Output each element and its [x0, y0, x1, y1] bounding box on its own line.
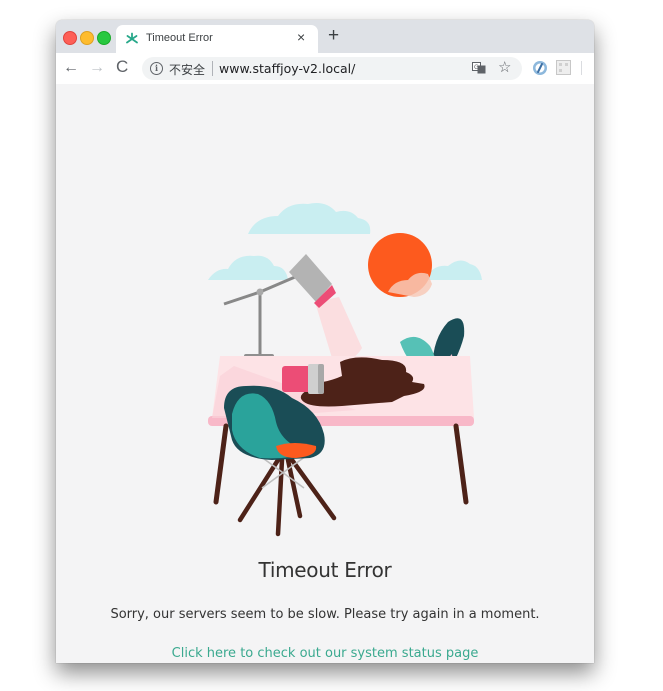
browser-window: Timeout Error × + ← → C i 不安全 www.staffj…: [56, 20, 594, 663]
bookmark-star-icon[interactable]: ☆: [498, 59, 511, 77]
window-close-button[interactable]: [63, 31, 77, 45]
address-separator: [212, 61, 213, 76]
coffee-cup: [282, 364, 324, 394]
browser-toolbar: ← → C i 不安全 www.staffjoy-v2.local/ G ☆: [56, 53, 594, 85]
cloud-left: [208, 255, 288, 280]
page-title: Timeout Error: [258, 558, 392, 582]
security-status-label[interactable]: 不安全: [169, 61, 205, 78]
back-arrow-icon[interactable]: ←: [63, 58, 79, 78]
window-maximize-button[interactable]: [97, 31, 111, 45]
cloud-top: [248, 203, 371, 234]
info-icon[interactable]: i: [150, 62, 163, 75]
tab-bar: Timeout Error × +: [56, 20, 594, 53]
status-page-link[interactable]: Click here to check out our system statu…: [56, 646, 594, 661]
office-desk-illustration: [208, 203, 482, 537]
tab-title: Timeout Error: [146, 32, 213, 44]
window-minimize-button[interactable]: [80, 31, 94, 45]
lamp-light: [315, 297, 362, 361]
page-content: Timeout Error Sorry, our servers seem to…: [56, 84, 594, 663]
qr-extension-icon[interactable]: [556, 60, 571, 75]
tab-close-icon[interactable]: ×: [297, 29, 305, 45]
forward-arrow-icon[interactable]: →: [89, 58, 105, 78]
new-tab-button[interactable]: +: [328, 26, 339, 46]
tab-timeout-error[interactable]: Timeout Error ×: [116, 25, 318, 53]
extension-icon[interactable]: [532, 60, 548, 76]
cloud-right: [426, 260, 482, 280]
translate-icon[interactable]: G: [472, 62, 486, 74]
toolbar-separator: [581, 61, 582, 75]
svg-text:G: G: [474, 64, 479, 71]
url-text[interactable]: www.staffjoy-v2.local/: [219, 61, 355, 76]
reload-icon[interactable]: C: [116, 57, 128, 77]
error-message: Sorry, our servers seem to be slow. Plea…: [110, 607, 540, 622]
staffjoy-logo-icon: [126, 32, 138, 44]
address-bar[interactable]: i 不安全 www.staffjoy-v2.local/ G ☆: [142, 57, 522, 80]
